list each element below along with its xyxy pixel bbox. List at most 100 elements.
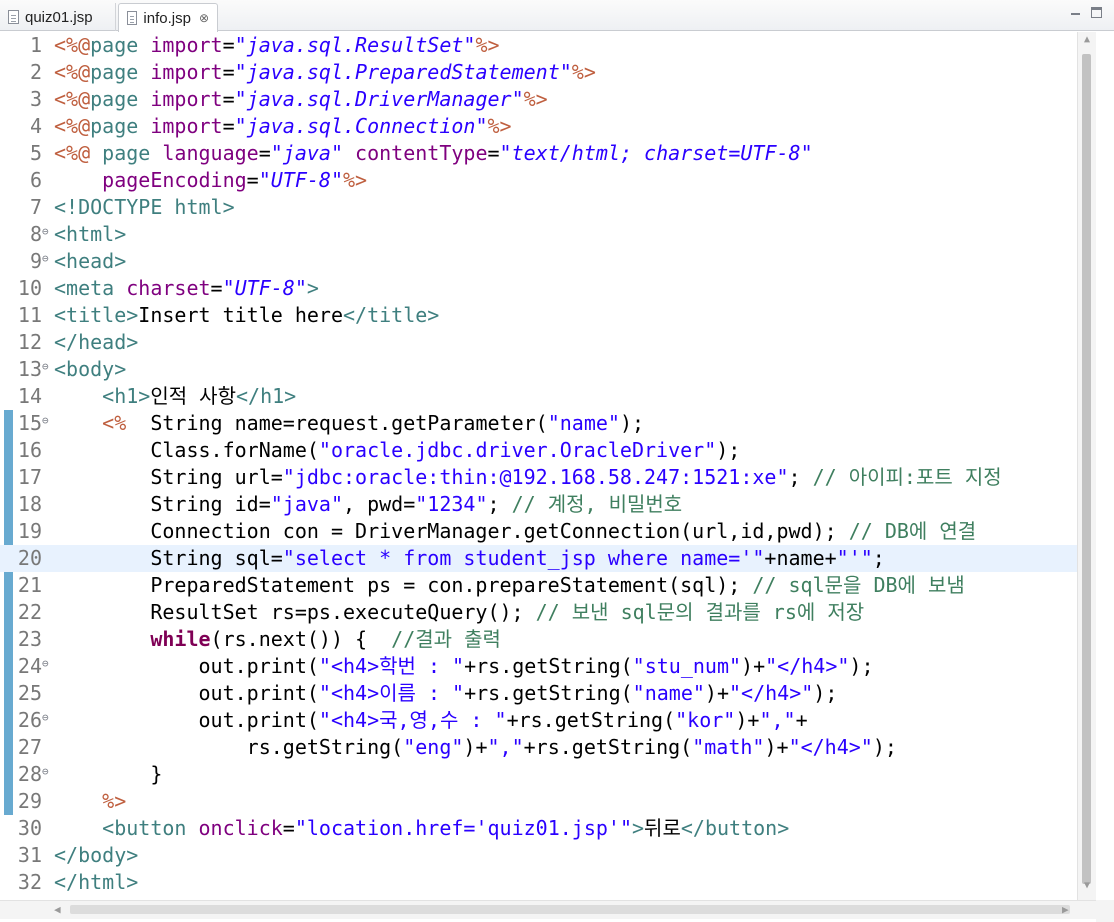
- code-token: out.print(: [54, 708, 319, 732]
- code-token: <title>: [54, 303, 139, 327]
- code-token: );: [813, 681, 838, 705]
- code-token: <%: [102, 411, 127, 435]
- code-text: PreparedStatement ps = con.prepareStatem…: [54, 572, 964, 599]
- horizontal-scrollbar[interactable]: ◀ ▶: [0, 900, 1096, 919]
- fold-toggle-icon[interactable]: ⊖: [42, 410, 49, 432]
- line-number: 5: [29, 141, 42, 165]
- code-token: "1234": [415, 492, 488, 516]
- fold-toggle-icon[interactable]: ⊖: [42, 248, 49, 270]
- code-line[interactable]: 27 rs.getString("eng")+","+rs.getString(…: [0, 734, 1078, 761]
- code-token: "java": [270, 492, 343, 516]
- code-token: rs.getString(: [54, 735, 404, 759]
- code-token: // DB에 연결: [848, 519, 977, 543]
- line-number: 25: [17, 681, 42, 705]
- code-token: language: [162, 141, 259, 165]
- code-token: <%@: [54, 87, 91, 111]
- code-line[interactable]: 15 ⊖ <% String name=request.getParameter(…: [0, 410, 1078, 437]
- scroll-up-arrow-icon[interactable]: ▲: [1078, 34, 1096, 45]
- code-line[interactable]: 13 ⊖ <body>: [0, 356, 1078, 383]
- code-line[interactable]: 14 <h1>인적 사항</h1>: [0, 383, 1078, 410]
- code-line[interactable]: 11 <title>Insert title here</title>: [0, 302, 1078, 329]
- line-number: 13: [17, 357, 42, 381]
- code-line[interactable]: 29 %>: [0, 788, 1078, 815]
- code-text: ResultSet rs=ps.executeQuery(); // 보낸 sq…: [54, 599, 864, 626]
- code-token: +: [795, 708, 808, 732]
- tab-label: info.jsp: [143, 9, 191, 27]
- code-token: // 계정, 비밀번호: [511, 492, 683, 516]
- code-token: String sql=: [54, 546, 283, 570]
- code-line[interactable]: 12 </head>: [0, 329, 1078, 356]
- code-editor[interactable]: 1 <%@page import="java.sql.ResultSet"%> 2 <…: [0, 32, 1096, 900]
- code-text: <head>: [54, 248, 126, 275]
- maximize-icon[interactable]: [1091, 7, 1102, 18]
- tab-label: quiz01.jsp: [25, 8, 93, 26]
- code-line[interactable]: 9 ⊖ <head>: [0, 248, 1078, 275]
- code-line[interactable]: 6 pageEncoding="UTF-8"%>: [0, 167, 1078, 194]
- code-line[interactable]: 4 <%@page import="java.sql.Connection"%>: [0, 113, 1078, 140]
- code-token: "stu_num": [632, 654, 742, 678]
- scrollbar-corner: [1096, 900, 1114, 922]
- code-line[interactable]: 5 <%@ page language="java" contentType="t…: [0, 140, 1078, 167]
- code-line[interactable]: 16 Class.forName("oracle.jdbc.driver.Ora…: [0, 437, 1078, 464]
- line-number: 20: [17, 546, 42, 570]
- code-line[interactable]: 22 ResultSet rs=ps.executeQuery(); // 보낸…: [0, 599, 1078, 626]
- code-line[interactable]: 23 while(rs.next()) { //결과 출력: [0, 626, 1078, 653]
- code-text: }: [54, 761, 162, 788]
- code-token: )+: [741, 654, 766, 678]
- code-line[interactable]: 31 </body>: [0, 842, 1078, 869]
- code-line[interactable]: 19 Connection con = DriverManager.getCon…: [0, 518, 1078, 545]
- line-number: 8: [29, 222, 42, 246]
- fold-toggle-icon[interactable]: ⊖: [42, 221, 49, 243]
- code-token: +rs.getString(: [523, 735, 693, 759]
- line-number: 9: [29, 249, 42, 273]
- tab-info-jsp[interactable]: info.jsp ⊗: [118, 3, 218, 32]
- scroll-down-arrow-icon[interactable]: ▼: [1078, 880, 1096, 891]
- code-token: "java.sql.ResultSet": [234, 33, 476, 57]
- code-line[interactable]: 26 ⊖ out.print("<h4>국,영,수 : "+rs.getStrin…: [0, 707, 1078, 734]
- line-number: 30: [17, 816, 42, 840]
- code-token: "<h4>국,영,수 : ": [318, 708, 507, 732]
- fold-toggle-icon[interactable]: ⊖: [42, 761, 49, 783]
- code-token: "<h4>이름 : ": [318, 681, 465, 705]
- line-number: 27: [17, 735, 42, 759]
- line-number: 31: [17, 843, 42, 867]
- code-line[interactable]: 24 ⊖ out.print("<h4>학번 : "+rs.getString("…: [0, 653, 1078, 680]
- code-line[interactable]: 3 <%@page import="java.sql.DriverManager"…: [0, 86, 1078, 113]
- vertical-scrollbar[interactable]: ▲ ▼: [1077, 32, 1096, 900]
- code-text: <body>: [54, 356, 126, 383]
- code-line[interactable]: 25 out.print("<h4>이름 : "+rs.getString("n…: [0, 680, 1078, 707]
- minimize-icon[interactable]: [1070, 7, 1081, 18]
- code-line[interactable]: 7 <!DOCTYPE html>: [0, 194, 1078, 221]
- code-line[interactable]: 18 String id="java", pwd="1234"; // 계정, …: [0, 491, 1078, 518]
- code-line[interactable]: 10 <meta charset="UTF-8">: [0, 275, 1078, 302]
- tab-quiz01-jsp[interactable]: quiz01.jsp: [0, 3, 116, 31]
- close-icon[interactable]: ⊗: [199, 11, 209, 25]
- code-line[interactable]: 20 String sql="select * from student_jsp…: [0, 545, 1078, 572]
- horizontal-scroll-thumb[interactable]: [70, 905, 1070, 914]
- fold-toggle-icon[interactable]: ⊖: [42, 707, 49, 729]
- code-line[interactable]: 8 ⊖ <html>: [0, 221, 1078, 248]
- code-line[interactable]: 28 ⊖ }: [0, 761, 1078, 788]
- scroll-left-arrow-icon[interactable]: ◀: [54, 903, 61, 916]
- code-text: rs.getString("eng")+","+rs.getString("ma…: [54, 734, 897, 761]
- vertical-scroll-thumb[interactable]: [1082, 54, 1091, 884]
- code-text: <html>: [54, 221, 126, 248]
- code-line[interactable]: 1 <%@page import="java.sql.ResultSet"%>: [0, 32, 1078, 59]
- code-line[interactable]: 2 <%@page import="java.sql.PreparedStatem…: [0, 59, 1078, 86]
- code-line[interactable]: 21 PreparedStatement ps = con.prepareSta…: [0, 572, 1078, 599]
- code-token: "select * from student_jsp where name='": [282, 546, 765, 570]
- code-token: Connection con = DriverManager.getConnec…: [54, 519, 849, 543]
- fold-toggle-icon[interactable]: ⊖: [42, 356, 49, 378]
- code-line[interactable]: 30 <button onclick="location.href='quiz0…: [0, 815, 1078, 842]
- code-token: <%@: [54, 33, 91, 57]
- line-number: 24: [17, 654, 42, 678]
- code-line[interactable]: 17 String url="jdbc:oracle:thin:@192.168…: [0, 464, 1078, 491]
- code-token: ;: [487, 492, 512, 516]
- line-number: 32: [17, 870, 42, 894]
- scroll-right-arrow-icon[interactable]: ▶: [1062, 903, 1069, 916]
- fold-toggle-icon[interactable]: ⊖: [42, 653, 49, 675]
- code-line[interactable]: 32 </html>: [0, 869, 1078, 896]
- line-number: 18: [17, 492, 42, 516]
